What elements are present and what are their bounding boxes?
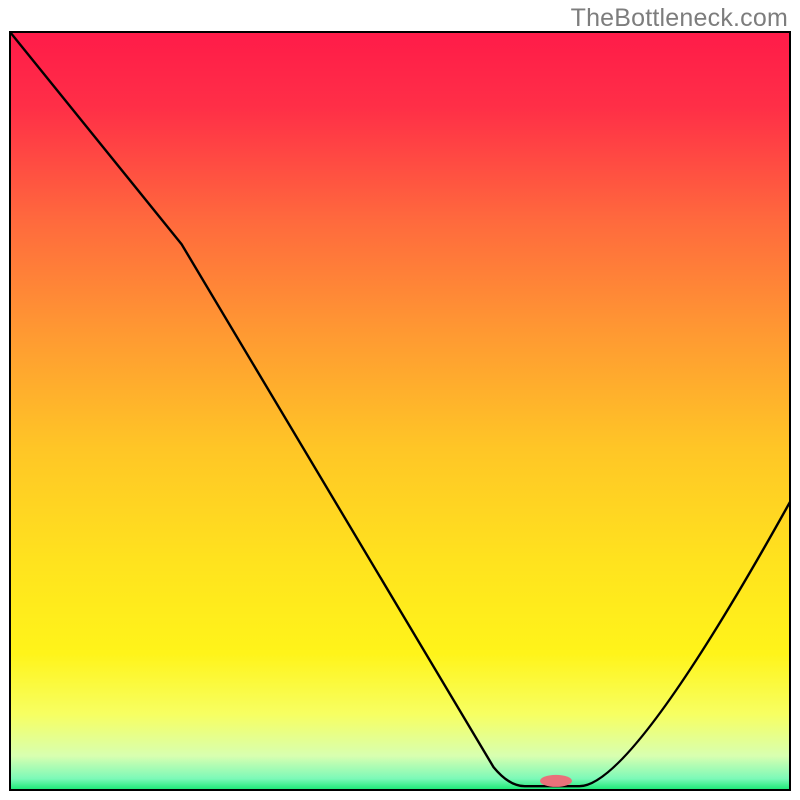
watermark-text: TheBottleneck.com <box>571 4 788 33</box>
optimal-marker <box>540 775 572 787</box>
chart-container: TheBottleneck.com <box>0 0 800 800</box>
plot-background <box>10 32 790 790</box>
bottleneck-chart <box>0 0 800 800</box>
